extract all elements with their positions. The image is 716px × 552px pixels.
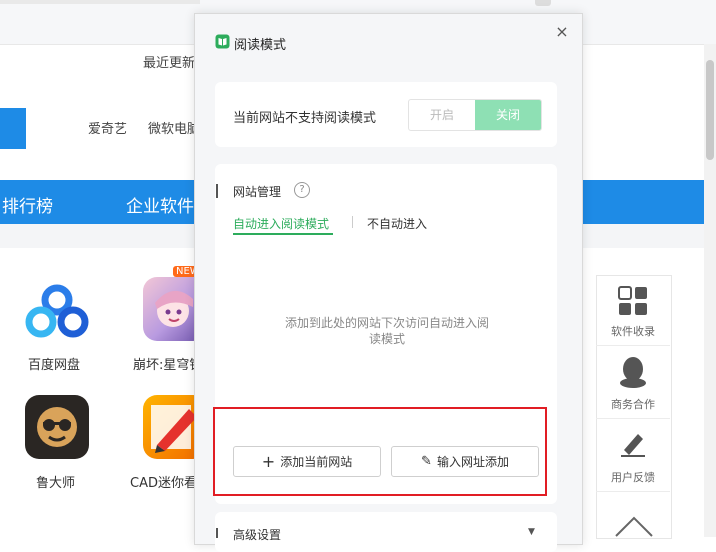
add-current-site-button[interactable]: + 添加当前网站 bbox=[233, 446, 381, 477]
side-divider bbox=[596, 345, 670, 346]
address-bar-fragment[interactable] bbox=[0, 0, 200, 4]
toggle-off-option[interactable]: 关闭 bbox=[475, 100, 541, 130]
reading-mode-toggle[interactable]: 开启 关闭 bbox=[408, 99, 542, 131]
page-scrollbar-thumb[interactable] bbox=[706, 60, 714, 160]
side-divider bbox=[596, 418, 670, 419]
add-current-site-label: 添加当前网站 bbox=[280, 455, 353, 469]
side-item-feedback[interactable]: 用户反馈 bbox=[596, 469, 670, 485]
baidu-netdisk-icon[interactable] bbox=[24, 282, 90, 342]
ludashi-monkey-icon[interactable] bbox=[25, 395, 89, 459]
grid-icon[interactable] bbox=[617, 285, 649, 317]
site-management-title: 网站管理 bbox=[233, 185, 282, 199]
search-button[interactable] bbox=[0, 108, 26, 149]
section-marker bbox=[216, 184, 218, 198]
nav-item-ranking[interactable]: 排行榜 bbox=[2, 192, 53, 217]
hot-link-iqiyi[interactable]: 爱奇艺 bbox=[88, 118, 127, 137]
nav-item-enterprise[interactable]: 企业软件 bbox=[126, 192, 194, 217]
side-item-software[interactable]: 软件收录 bbox=[596, 323, 670, 339]
close-icon[interactable]: × bbox=[552, 22, 572, 42]
app-label-baidu[interactable]: 百度网盘 bbox=[28, 354, 80, 373]
scroll-up-button[interactable] bbox=[535, 0, 551, 6]
tab-no-auto-enter[interactable]: 不自动进入 bbox=[367, 215, 427, 232]
panel-title: 阅读模式 bbox=[234, 38, 287, 53]
chevron-down-icon[interactable]: ▼ bbox=[528, 527, 535, 537]
tab-divider bbox=[352, 216, 353, 228]
app-label-ludashi[interactable]: 鲁大师 bbox=[36, 472, 75, 491]
advanced-settings-title[interactable]: 高级设置 bbox=[233, 526, 281, 543]
side-divider bbox=[596, 491, 670, 492]
side-item-business[interactable]: 商务合作 bbox=[596, 396, 670, 412]
help-icon[interactable]: ? bbox=[294, 182, 310, 198]
input-url-label: 输入网址添加 bbox=[436, 455, 509, 469]
toggle-on-option[interactable]: 开启 bbox=[409, 100, 475, 130]
plus-icon: + bbox=[261, 452, 276, 471]
pencil-icon[interactable] bbox=[618, 428, 648, 458]
penguin-icon[interactable] bbox=[617, 355, 649, 389]
active-tab-underline bbox=[233, 233, 333, 235]
empty-list-hint: 添加到此处的网站下次访问自动进入阅读模式 bbox=[284, 316, 489, 346]
unsupported-status-text: 当前网站不支持阅读模式 bbox=[233, 111, 377, 126]
pen-icon: ✎ bbox=[421, 454, 432, 469]
back-to-top-icon[interactable] bbox=[612, 512, 656, 537]
tab-auto-enter[interactable]: 自动进入阅读模式 bbox=[233, 215, 329, 232]
recent-updates-label[interactable]: 最近更新 bbox=[143, 52, 195, 71]
book-icon bbox=[215, 34, 230, 49]
input-url-button[interactable]: ✎ 输入网址添加 bbox=[391, 446, 539, 477]
